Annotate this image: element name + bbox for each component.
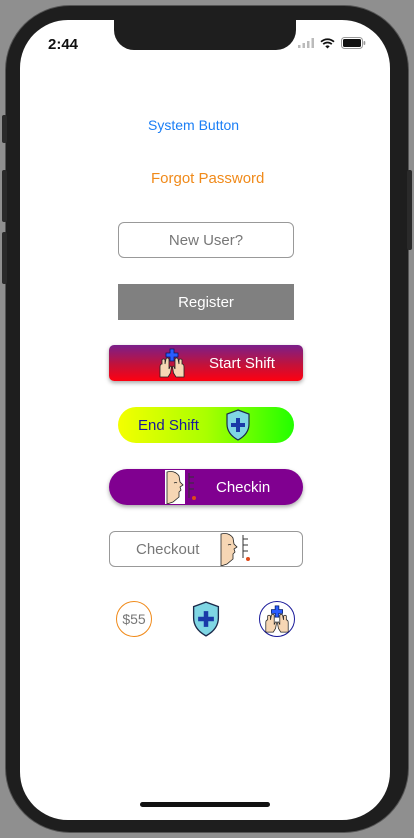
checkin-label: Checkin: [216, 478, 271, 496]
hands-circle-button[interactable]: [259, 601, 295, 637]
price-button[interactable]: $55: [116, 601, 152, 637]
status-icons: [298, 37, 366, 49]
start-shift-button[interactable]: Start Shift: [109, 345, 303, 381]
mute-switch: [2, 115, 7, 143]
end-shift-button[interactable]: End Shift: [118, 407, 294, 443]
app-screen: 2:44 System Button Forgot Password New U…: [20, 20, 390, 820]
start-shift-label: Start Shift: [209, 354, 275, 372]
hands-plus-icon: [265, 605, 289, 633]
status-time: 2:44: [48, 36, 79, 53]
hands-plus-icon: [159, 348, 185, 378]
shield-button[interactable]: [191, 601, 221, 637]
register-label: Register: [178, 293, 234, 311]
new-user-button[interactable]: New User?: [118, 222, 294, 258]
register-button[interactable]: Register: [118, 284, 294, 320]
forgot-password-button[interactable]: Forgot Password: [151, 170, 264, 187]
system-button[interactable]: System Button: [148, 117, 239, 133]
signal-icon: [298, 38, 314, 48]
notch: [114, 20, 296, 50]
end-shift-label: End Shift: [138, 416, 199, 434]
price-label: $55: [122, 611, 146, 627]
face-profile-icon: [220, 533, 251, 566]
face-profile-icon: [165, 470, 196, 504]
wifi-icon: [320, 37, 335, 48]
volume-down-button: [2, 232, 7, 284]
shield-plus-icon: [226, 409, 250, 441]
checkin-button[interactable]: Checkin: [109, 469, 303, 505]
home-indicator[interactable]: [140, 802, 270, 807]
new-user-label: New User?: [168, 231, 244, 249]
power-button: [407, 170, 412, 250]
checkout-button[interactable]: Checkout: [109, 531, 303, 567]
shield-plus-icon: [192, 601, 220, 637]
checkout-label: Checkout: [136, 540, 200, 558]
battery-icon: [341, 37, 366, 49]
volume-up-button: [2, 170, 7, 222]
